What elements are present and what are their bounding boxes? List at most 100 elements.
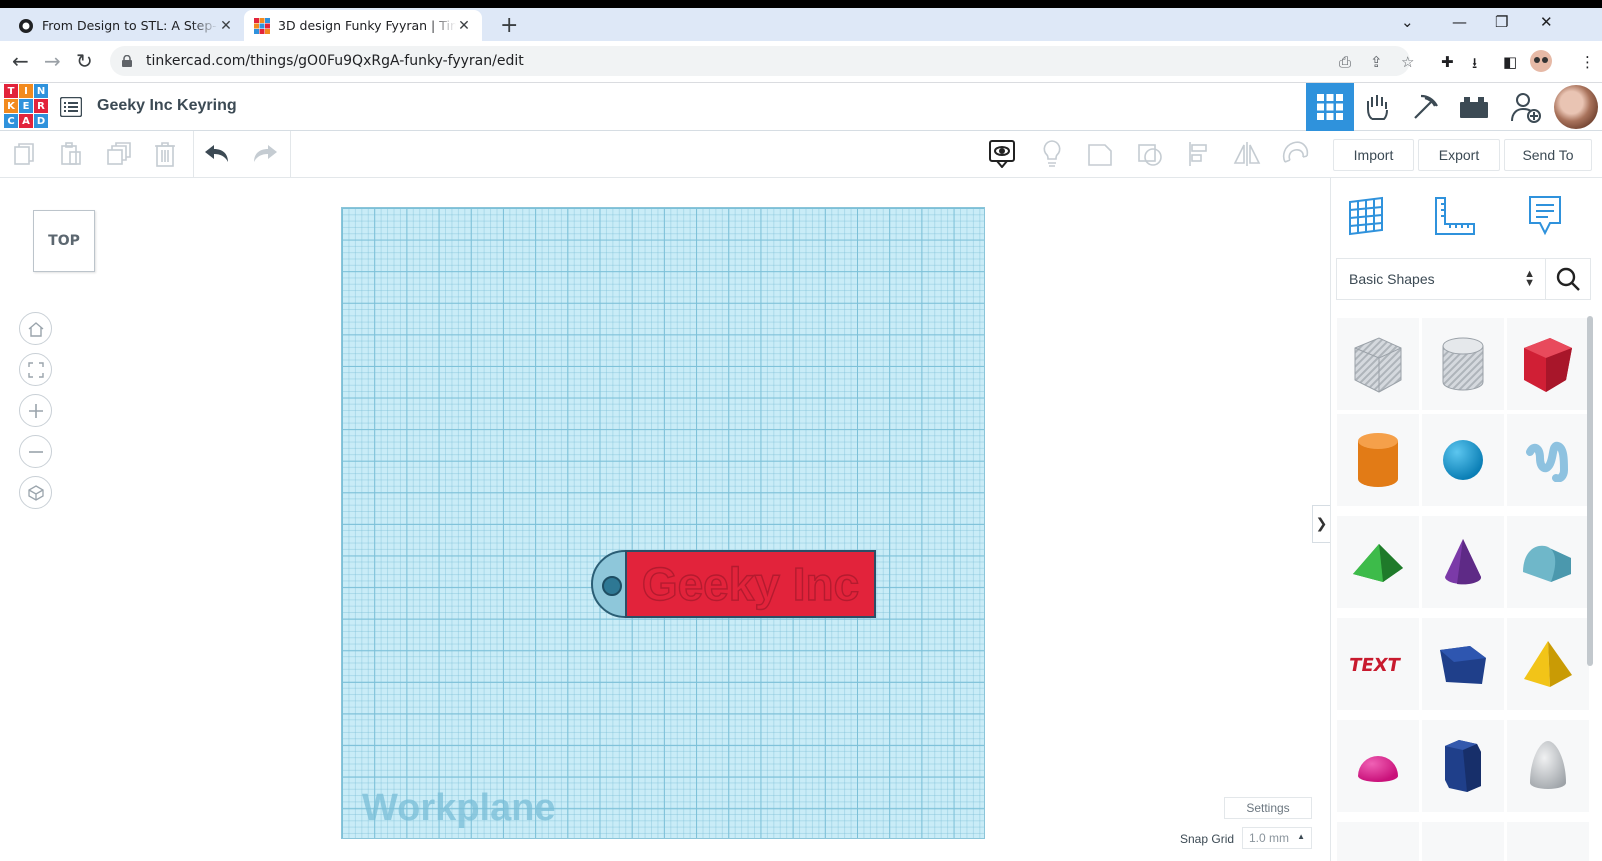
shape-paraboloid[interactable] bbox=[1507, 720, 1589, 812]
copy-button[interactable] bbox=[11, 140, 39, 168]
align-button[interactable] bbox=[1186, 140, 1214, 168]
user-avatar[interactable] bbox=[1554, 85, 1598, 129]
reload-icon[interactable]: ↻ bbox=[76, 49, 93, 73]
lego-button[interactable] bbox=[1450, 83, 1498, 131]
shape-category-select[interactable]: Basic Shapes ▲ ▼ bbox=[1336, 258, 1546, 300]
shape-cylinder[interactable] bbox=[1337, 414, 1419, 506]
close-window-icon[interactable]: ✕ bbox=[1540, 13, 1553, 31]
keyring-text-bar[interactable]: Geeky Inc bbox=[625, 550, 876, 618]
extensions-icon[interactable]: ✚ bbox=[1441, 53, 1454, 71]
grid-view-button[interactable] bbox=[1306, 83, 1354, 131]
share-icon[interactable]: ⇪ bbox=[1370, 53, 1383, 71]
browser-menu-icon[interactable]: ⋮ bbox=[1580, 53, 1595, 71]
ungroup-icon bbox=[1138, 144, 1162, 166]
paste-button[interactable] bbox=[57, 140, 85, 168]
tinker-button[interactable] bbox=[1354, 83, 1402, 131]
group-button[interactable] bbox=[1086, 140, 1114, 168]
settings-button[interactable]: Settings bbox=[1224, 797, 1312, 819]
tab-search-icon[interactable]: ⌄ bbox=[1401, 13, 1414, 31]
workplane-label: Workplane bbox=[362, 787, 556, 829]
scribble-icon bbox=[1526, 441, 1569, 482]
shape-category-value: Basic Shapes bbox=[1349, 271, 1435, 287]
delete-button[interactable] bbox=[151, 140, 179, 168]
shapes-scrollbar[interactable] bbox=[1587, 316, 1593, 666]
workplane[interactable]: Workplane bbox=[341, 207, 985, 839]
add-user-button[interactable] bbox=[1502, 83, 1550, 131]
new-tab-button[interactable]: + bbox=[500, 13, 518, 38]
side-panel-icon[interactable]: ◧ bbox=[1503, 53, 1517, 71]
tinkercad-logo[interactable]: T I N K E R C A D bbox=[4, 84, 48, 128]
shape-sphere[interactable] bbox=[1422, 414, 1504, 506]
shape-more-2[interactable] bbox=[1422, 822, 1504, 861]
design-list-icon[interactable] bbox=[60, 97, 82, 117]
shape-polygon[interactable] bbox=[1422, 618, 1504, 710]
tinkercad-favicon-icon bbox=[254, 17, 270, 34]
shape-hexagonal-prism[interactable] bbox=[1422, 720, 1504, 812]
export-button[interactable]: Export bbox=[1418, 139, 1500, 171]
tab-title: 3D design Funky Fyyran | Tinkercad bbox=[278, 18, 456, 33]
view-cube[interactable]: TOP bbox=[33, 210, 95, 272]
shape-pyramid[interactable] bbox=[1507, 618, 1589, 710]
shape-text[interactable]: TEXT bbox=[1337, 618, 1419, 710]
duplicate-button[interactable] bbox=[105, 140, 133, 168]
back-icon[interactable]: ← bbox=[12, 49, 29, 73]
ruler-tool-button[interactable] bbox=[1431, 192, 1479, 240]
notes-tool-button[interactable] bbox=[1521, 192, 1569, 240]
workplane-tool-button[interactable] bbox=[1343, 192, 1391, 240]
zoom-in-button[interactable] bbox=[19, 394, 52, 427]
cruise-button[interactable] bbox=[1281, 140, 1309, 168]
trash-icon bbox=[155, 142, 175, 167]
tab-close-icon[interactable]: ✕ bbox=[218, 18, 234, 34]
collapse-panel-button[interactable]: ❯ bbox=[1312, 505, 1330, 543]
pink-half-sphere-icon bbox=[1358, 756, 1398, 782]
red-box-icon bbox=[1524, 338, 1572, 392]
tab-close-icon[interactable]: ✕ bbox=[456, 18, 472, 34]
fit-view-button[interactable] bbox=[19, 353, 52, 386]
import-button[interactable]: Import bbox=[1333, 139, 1414, 171]
shape-search-button[interactable] bbox=[1545, 258, 1591, 300]
zoom-out-button[interactable] bbox=[19, 435, 52, 468]
shape-roof[interactable] bbox=[1337, 516, 1419, 608]
bookmark-star-icon[interactable]: ☆ bbox=[1401, 53, 1414, 71]
tab-tinkercad[interactable]: 3D design Funky Fyyran | Tinkercad ✕ bbox=[244, 10, 482, 41]
shape-cone[interactable] bbox=[1422, 516, 1504, 608]
orange-cylinder-icon bbox=[1358, 433, 1398, 487]
shape-scribble[interactable] bbox=[1507, 414, 1589, 506]
notes-button[interactable] bbox=[988, 140, 1016, 168]
show-all-button[interactable] bbox=[1038, 140, 1066, 168]
3d-viewport[interactable]: TOP Workplane Geeky Inc ❯ Settings Snap … bbox=[0, 178, 1330, 861]
tab-design-to-stl[interactable]: From Design to STL: A Step-by-St ✕ bbox=[8, 10, 244, 41]
home-view-button[interactable] bbox=[19, 312, 52, 345]
keyring-hole[interactable] bbox=[602, 576, 622, 596]
downloads-icon[interactable]: ⭳ bbox=[1472, 53, 1477, 78]
address-bar[interactable]: tinkercad.com/things/gO0Fu9QxRgA-funky-f… bbox=[110, 46, 1410, 76]
workplane-grid-icon bbox=[1349, 196, 1383, 236]
snap-grid-select[interactable]: 1.0 mm ▲ bbox=[1242, 827, 1312, 849]
install-app-icon[interactable]: ⎙ bbox=[1339, 53, 1351, 71]
design-title[interactable]: Geeky Inc Keyring bbox=[97, 97, 237, 115]
maximize-icon[interactable]: ❐ bbox=[1495, 13, 1508, 31]
shape-box[interactable] bbox=[1507, 318, 1589, 410]
tab-strip: From Design to STL: A Step-by-St ✕ 3D de… bbox=[0, 8, 1602, 41]
shape-more-3[interactable] bbox=[1507, 822, 1589, 861]
ungroup-button[interactable] bbox=[1136, 140, 1164, 168]
undo-button[interactable] bbox=[203, 140, 231, 168]
minecraft-button[interactable] bbox=[1402, 83, 1450, 131]
browser-toolbar: ← → ↻ tinkercad.com/things/gO0Fu9QxRgA-f… bbox=[0, 41, 1602, 83]
profile-avatar-icon[interactable] bbox=[1530, 50, 1552, 76]
forward-icon[interactable]: → bbox=[44, 49, 61, 73]
grid-view-icon bbox=[1317, 94, 1343, 120]
shape-cylinder-hole[interactable] bbox=[1422, 318, 1504, 410]
shape-round-roof[interactable] bbox=[1507, 516, 1589, 608]
shape-more-1[interactable] bbox=[1337, 822, 1419, 861]
keyring-object[interactable]: Geeky Inc bbox=[591, 550, 876, 618]
perspective-button[interactable] bbox=[19, 476, 52, 509]
mirror-button[interactable] bbox=[1233, 140, 1261, 168]
caret-up-icon: ▲ bbox=[1297, 832, 1305, 841]
lego-brick-icon bbox=[1460, 97, 1488, 118]
send-to-button[interactable]: Send To bbox=[1504, 139, 1592, 171]
shape-box-hole[interactable] bbox=[1337, 318, 1419, 410]
minimize-icon[interactable]: — bbox=[1452, 13, 1467, 31]
shape-half-sphere[interactable] bbox=[1337, 720, 1419, 812]
redo-button[interactable] bbox=[251, 140, 279, 168]
